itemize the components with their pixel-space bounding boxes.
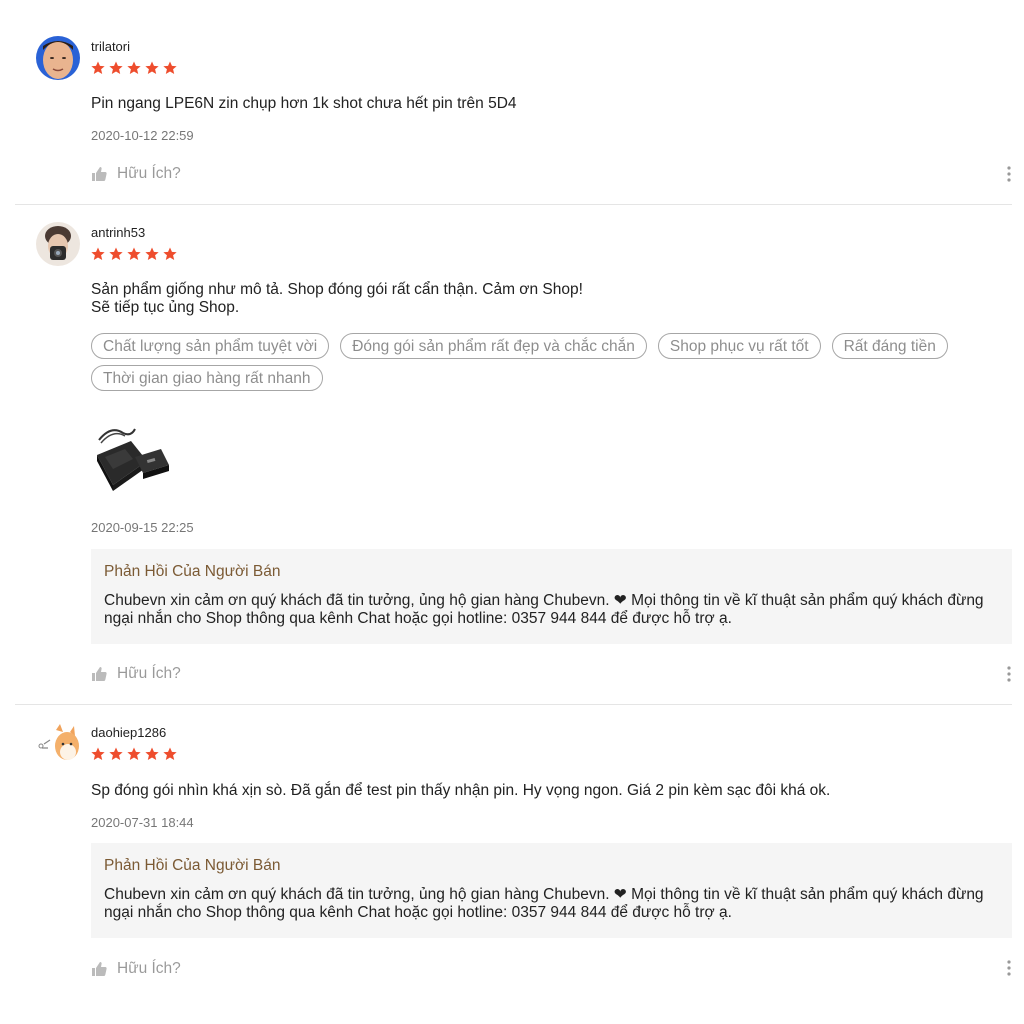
helpful-button[interactable]: Hữu Ích? (91, 960, 181, 978)
avatar[interactable] (36, 222, 80, 266)
review-content: Sp đóng gói nhìn khá xịn sò. Đã gắn để t… (91, 782, 831, 799)
rating-stars (91, 61, 177, 75)
helpful-label: Hữu Ích? (117, 960, 181, 977)
star-icon (145, 61, 159, 74)
review-tag: Rất đáng tiền (831, 333, 948, 359)
helpful-button[interactable]: Hữu Ích? (91, 165, 181, 183)
review-tags: Chất lượng sản phẩm tuyệt vời Đóng gói s… (91, 333, 991, 391)
review-divider (15, 704, 1012, 705)
helpful-button[interactable]: Hữu Ích? (91, 665, 181, 683)
review-tag: Shop phục vụ rất tốt (657, 333, 821, 359)
more-vertical-icon[interactable] (1004, 164, 1014, 184)
review-username[interactable]: daohiep1286 (91, 725, 166, 740)
star-icon (127, 747, 141, 760)
review-tag: Thời gian giao hàng rất nhanh (91, 365, 323, 391)
thumbs-up-icon (92, 167, 107, 181)
star-icon (109, 247, 123, 260)
review-photo[interactable] (91, 415, 171, 495)
star-icon (91, 747, 105, 760)
star-icon (109, 747, 123, 760)
star-icon (127, 247, 141, 260)
rating-stars (91, 747, 177, 761)
seller-reply-text: Chubevn xin cảm ơn quý khách đã tin tưởn… (104, 886, 984, 921)
avatar[interactable] (36, 722, 80, 766)
review-tag: Chất lượng sản phẩm tuyệt vời (91, 333, 330, 359)
seller-reply: Phản Hồi Của Người Bán Chubevn xin cảm ơ… (91, 843, 1012, 938)
seller-reply: Phản Hồi Của Người Bán Chubevn xin cảm ơ… (91, 549, 1012, 644)
review-time: 2020-07-31 18:44 (91, 815, 194, 830)
star-icon (91, 61, 105, 74)
review-divider (15, 204, 1012, 205)
star-icon (145, 247, 159, 260)
helpful-label: Hữu Ích? (117, 665, 181, 682)
star-icon (163, 747, 177, 760)
star-icon (163, 61, 177, 74)
review-username[interactable]: antrinh53 (91, 225, 145, 240)
seller-reply-text: Chubevn xin cảm ơn quý khách đã tin tưởn… (104, 592, 984, 627)
review-time: 2020-10-12 22:59 (91, 128, 194, 143)
star-icon (163, 247, 177, 260)
review-content: Pin ngang LPE6N zin chụp hơn 1k shot chư… (91, 95, 517, 112)
review-tag: Đóng gói sản phẩm rất đẹp và chắc chắn (340, 333, 647, 359)
more-vertical-icon[interactable] (1004, 664, 1014, 684)
thumbs-up-icon (92, 667, 107, 681)
seller-reply-title: Phản Hồi Của Người Bán (104, 857, 281, 874)
rating-stars (91, 247, 177, 261)
helpful-label: Hữu Ích? (117, 165, 181, 182)
more-vertical-icon[interactable] (1004, 958, 1014, 978)
review-username[interactable]: trilatori (91, 39, 130, 54)
seller-reply-title: Phản Hồi Của Người Bán (104, 563, 281, 580)
review-time: 2020-09-15 22:25 (91, 520, 194, 535)
star-icon (91, 247, 105, 260)
star-icon (109, 61, 123, 74)
star-icon (127, 61, 141, 74)
star-icon (145, 747, 159, 760)
avatar[interactable] (36, 36, 80, 80)
review-content: Sản phẩm giống như mô tả. Shop đóng gói … (91, 281, 583, 316)
thumbs-up-icon (92, 962, 107, 976)
